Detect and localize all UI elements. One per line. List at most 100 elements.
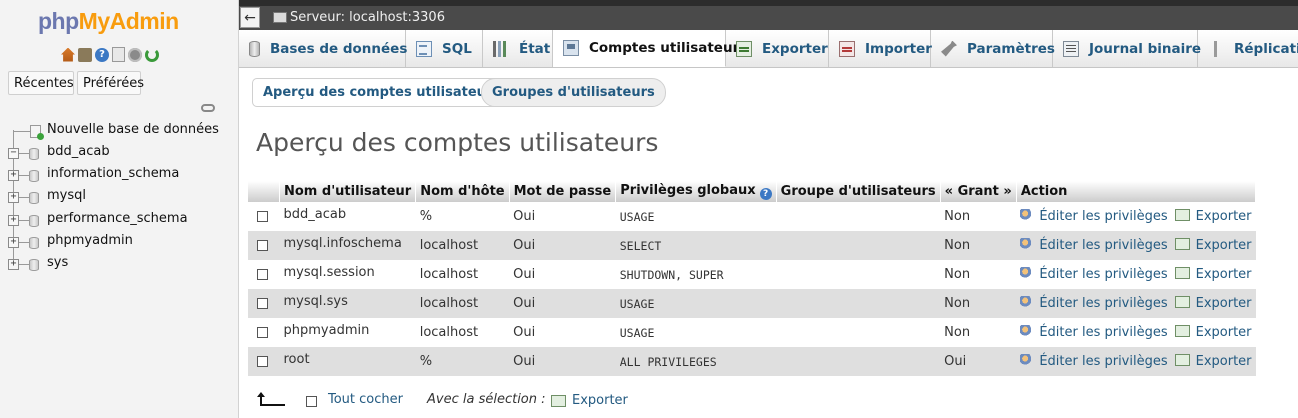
table-row[interactable]: mysql.sys localhost Oui USAGE Non Éditer les … bbox=[248, 289, 1256, 318]
export-icon bbox=[551, 394, 566, 407]
header-username[interactable]: Nom d'utilisateur bbox=[279, 181, 417, 202]
edit-privileges-link[interactable]: Éditer les privilèges bbox=[1020, 209, 1168, 224]
tab-binary-log[interactable]: Journal binaire bbox=[1053, 30, 1202, 67]
header-password[interactable]: Mot de passe bbox=[509, 181, 617, 202]
tab-label: Exporter bbox=[762, 40, 828, 57]
tree-item-bdd-acab[interactable]: − bdd_acab bbox=[0, 143, 238, 165]
tree-item-label[interactable]: performance_schema bbox=[47, 211, 188, 226]
export-user-link[interactable]: Exporter bbox=[1174, 354, 1252, 369]
table-row[interactable]: phpmyadmin localhost Oui USAGE Non Éditer les… bbox=[248, 318, 1256, 347]
export-user-link[interactable]: Exporter bbox=[1174, 325, 1252, 340]
header-grant[interactable]: « Grant » bbox=[940, 181, 1017, 202]
tab-replication[interactable]: Réplication bbox=[1198, 30, 1298, 67]
tree-item-label[interactable]: information_schema bbox=[47, 166, 179, 181]
main-tabs: Bases de données SQL État Comptes utilis… bbox=[239, 30, 1298, 68]
tab-label: Paramètres bbox=[967, 40, 1055, 57]
import-icon bbox=[839, 40, 855, 57]
header-global-privileges[interactable]: Privilèges globaux? bbox=[615, 181, 777, 202]
collapse-icon[interactable]: − bbox=[8, 148, 19, 159]
recent-button[interactable]: Récentes bbox=[8, 71, 74, 95]
settings-icon[interactable] bbox=[128, 47, 142, 62]
edit-privileges-label: Éditer les privilèges bbox=[1039, 238, 1168, 253]
server-breadcrumb-bar: ← Serveur: localhost:3306 bbox=[239, 0, 1298, 30]
edit-privileges-link[interactable]: Éditer les privilèges bbox=[1020, 267, 1168, 282]
row-select-cell bbox=[248, 260, 280, 289]
row-checkbox[interactable] bbox=[257, 211, 268, 222]
tab-sql[interactable]: SQL bbox=[406, 30, 483, 67]
header-user-group[interactable]: Groupe d'utilisateurs bbox=[776, 181, 941, 202]
tab-status[interactable]: État bbox=[483, 30, 553, 67]
tree-item-mysql[interactable]: + mysql bbox=[0, 187, 238, 209]
subtab-overview[interactable]: Aperçu des comptes utilisateurs bbox=[252, 78, 512, 107]
tab-label: Importer bbox=[865, 40, 932, 57]
export-user-link[interactable]: Exporter bbox=[1174, 209, 1252, 224]
row-checkbox[interactable] bbox=[257, 327, 268, 338]
expand-icon[interactable]: + bbox=[8, 215, 19, 226]
home-icon[interactable] bbox=[61, 47, 75, 62]
table-row[interactable]: mysql.session localhost Oui SHUTDOWN, SUPER… bbox=[248, 260, 1256, 289]
table-row[interactable]: root% Oui ALL PRIVILEGES Oui Éditer les priv… bbox=[248, 347, 1256, 376]
cell-grant: Oui bbox=[940, 347, 1017, 376]
tree-item-information-schema[interactable]: + information_schema bbox=[0, 165, 238, 187]
cell-grant: Non bbox=[940, 318, 1017, 347]
subtab-user-groups[interactable]: Groupes d'utilisateurs bbox=[481, 78, 666, 107]
docs-icon[interactable] bbox=[112, 47, 125, 62]
row-checkbox[interactable] bbox=[257, 298, 268, 309]
edit-privileges-icon bbox=[1020, 354, 1034, 367]
header-hostname[interactable]: Nom d'hôte bbox=[415, 181, 510, 202]
tree-item-label[interactable]: bdd_acab bbox=[47, 144, 110, 159]
export-user-link[interactable]: Exporter bbox=[1174, 267, 1252, 282]
favorites-button[interactable]: Préférées bbox=[77, 71, 144, 95]
nav-icon-bar: ? bbox=[61, 47, 159, 62]
help-icon[interactable]: ? bbox=[759, 188, 772, 200]
wrench-icon bbox=[941, 40, 957, 57]
expand-icon[interactable]: + bbox=[8, 192, 19, 203]
link-icon[interactable] bbox=[201, 104, 215, 112]
expand-icon[interactable]: + bbox=[8, 259, 19, 270]
export-user-link[interactable]: Exporter bbox=[1174, 238, 1252, 253]
row-checkbox[interactable] bbox=[257, 356, 268, 367]
tree-item-label[interactable]: sys bbox=[47, 255, 68, 270]
edit-privileges-icon bbox=[1020, 267, 1034, 280]
tab-export[interactable]: Exporter bbox=[726, 30, 829, 67]
tree-item-phpmyadmin[interactable]: + phpmyadmin bbox=[0, 232, 238, 254]
help-icon[interactable]: ? bbox=[95, 47, 109, 62]
expand-icon[interactable]: + bbox=[8, 170, 19, 181]
server-breadcrumb[interactable]: Serveur: localhost:3306 bbox=[290, 10, 445, 25]
bulk-export-button[interactable]: Exporter bbox=[551, 393, 628, 408]
tab-databases[interactable]: Bases de données bbox=[239, 30, 407, 67]
expand-icon[interactable]: + bbox=[8, 237, 19, 248]
row-checkbox[interactable] bbox=[257, 240, 268, 251]
table-row[interactable]: mysql.infoschema localhost Oui SELECT Non Édi… bbox=[248, 231, 1256, 260]
tab-settings[interactable]: Paramètres bbox=[931, 30, 1055, 67]
check-all-link[interactable]: Tout cocher bbox=[328, 392, 403, 407]
edit-privileges-link[interactable]: Éditer les privilèges bbox=[1020, 325, 1168, 340]
tab-label: Journal binaire bbox=[1089, 40, 1202, 57]
tree-item-performance-schema[interactable]: + performance_schema bbox=[0, 210, 238, 232]
tree-item-label[interactable]: phpmyadmin bbox=[47, 233, 133, 248]
tab-import[interactable]: Importer bbox=[829, 30, 932, 67]
check-all-checkbox[interactable] bbox=[306, 396, 317, 407]
row-select-cell bbox=[248, 347, 280, 376]
export-user-link[interactable]: Exporter bbox=[1174, 296, 1252, 311]
tree-item-label[interactable]: mysql bbox=[47, 188, 86, 203]
edit-privileges-link[interactable]: Éditer les privilèges bbox=[1020, 296, 1168, 311]
export-icon bbox=[1174, 325, 1190, 337]
cell-user-group bbox=[776, 347, 941, 376]
tree-item-sys[interactable]: + sys bbox=[0, 254, 238, 276]
row-checkbox[interactable] bbox=[257, 269, 268, 280]
database-icon[interactable] bbox=[78, 47, 92, 62]
collapse-panel-button[interactable]: ← bbox=[240, 7, 260, 28]
table-row[interactable]: bdd_acab% Oui USAGE Non Éditer les privilège… bbox=[248, 202, 1256, 231]
export-user-label: Exporter bbox=[1195, 296, 1252, 311]
replication-icon bbox=[1208, 40, 1224, 57]
tree-item-new-db[interactable]: Nouvelle base de données bbox=[0, 121, 238, 143]
tree-item-label[interactable]: Nouvelle base de données bbox=[47, 122, 219, 137]
edit-privileges-link[interactable]: Éditer les privilèges bbox=[1020, 238, 1168, 253]
reload-icon[interactable] bbox=[145, 47, 159, 62]
tab-user-accounts[interactable]: Comptes utilisateurs bbox=[553, 30, 747, 67]
database-icon bbox=[29, 237, 39, 249]
export-user-label: Exporter bbox=[1195, 354, 1252, 369]
edit-privileges-link[interactable]: Éditer les privilèges bbox=[1020, 354, 1168, 369]
phpmyadmin-logo[interactable]: phpMyAdmin bbox=[38, 8, 179, 35]
